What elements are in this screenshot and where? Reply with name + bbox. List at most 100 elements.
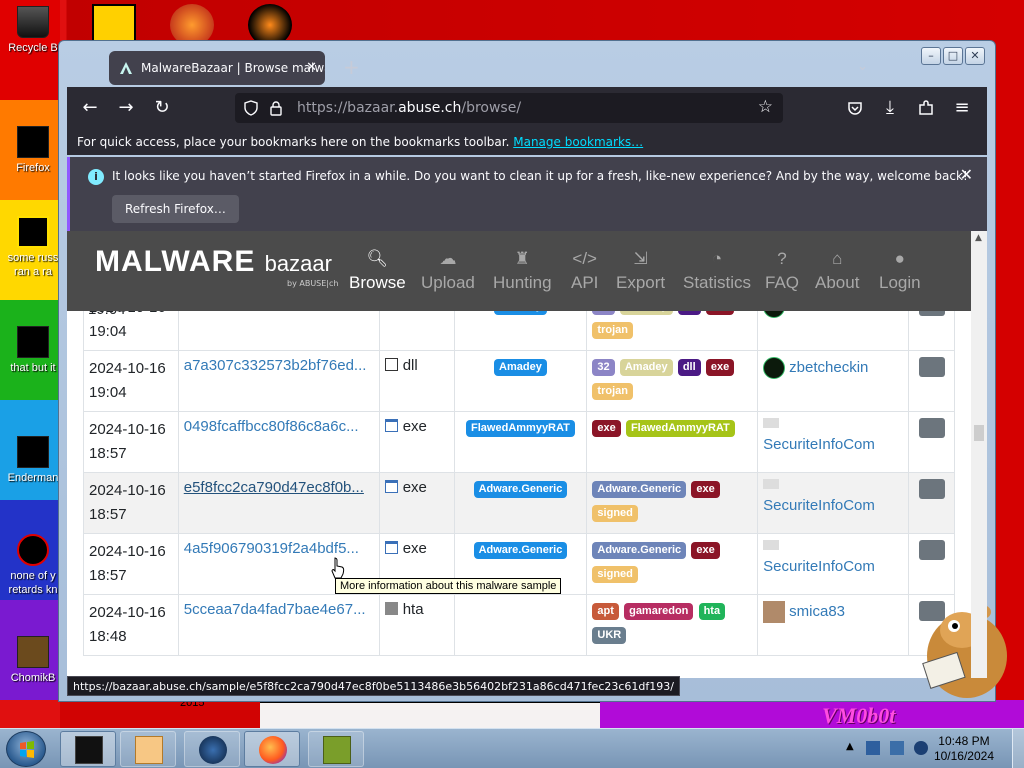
logo-main-text: MALWARE	[95, 245, 256, 278]
taskbar-media-player[interactable]	[120, 731, 176, 767]
manage-bookmarks-link[interactable]: Manage bookmarks…	[513, 135, 643, 149]
taskbar-firefox[interactable]	[244, 731, 300, 767]
nav-hunting[interactable]: ♜ Hunting	[493, 249, 552, 293]
back-arrow-icon[interactable]: ←	[79, 97, 101, 119]
reporter-cell: SecuriteInfoCom	[757, 533, 909, 595]
mouse-cursor-hand-icon	[331, 557, 345, 579]
tag-badge[interactable]: trojan	[592, 383, 633, 400]
tab-malwarebazaar[interactable]: MalwareBazaar | Browse malwa ✕	[109, 51, 325, 85]
hamburger-menu-icon[interactable]: ≡	[951, 97, 973, 119]
tag-badge[interactable]: Adware.Generic	[592, 542, 687, 559]
tag-badge[interactable]: 32	[592, 359, 615, 376]
tag-badge[interactable]: dll	[677, 359, 701, 376]
tag-badge[interactable]: UKR	[592, 627, 627, 644]
signature-badge[interactable]: Adware.Generic	[473, 542, 568, 559]
sample-hash-link[interactable]: 5cceaa7da4fad7bae4e67...	[184, 601, 366, 618]
bookmark-star-icon[interactable]: ☆	[758, 97, 773, 117]
show-desktop-button[interactable]	[1012, 729, 1024, 768]
tag-badge[interactable]: exe	[691, 481, 720, 498]
tag-badge[interactable]: FlawedAmmyyRAT	[625, 420, 735, 437]
network-icon[interactable]	[890, 741, 904, 755]
taskbar-app-black-box[interactable]	[60, 731, 116, 767]
start-button[interactable]	[6, 731, 46, 767]
nav-about[interactable]: ⌂ About	[815, 249, 859, 293]
page-scrollbar[interactable]: ▲	[971, 231, 987, 678]
nav-statistics[interactable]: ◔ Statistics	[683, 249, 751, 293]
nav-faq[interactable]: ? FAQ	[765, 249, 799, 293]
scrollbar-thumb[interactable]	[974, 425, 984, 441]
tag-badge[interactable]: gamaredon	[624, 603, 694, 620]
reload-icon[interactable]: ↻	[151, 97, 173, 119]
tag-badge[interactable]: signed	[592, 505, 638, 522]
taskbar-clock[interactable]: 10:48 PM 10/16/2024	[934, 734, 994, 764]
action-center-icon[interactable]	[866, 741, 880, 755]
volume-icon[interactable]	[914, 741, 928, 755]
sample-hash-link[interactable]: e5f8fcc2ca790d47ec8f0b...	[184, 479, 364, 496]
desktop-icon-label: none of y retards kn	[8, 570, 58, 596]
desktop-icon-firefox[interactable]: Firefox	[0, 126, 66, 175]
forward-arrow-icon[interactable]: →	[115, 97, 137, 119]
desktop-icon-chomikbox[interactable]: ChomikB	[0, 636, 66, 685]
logo-sub-text: bazaar	[264, 251, 332, 276]
sample-hash-link[interactable]: 0498fcaffbcc80f86c8a6c...	[184, 418, 359, 435]
signature-badge[interactable]: FlawedAmmyyRAT	[466, 420, 575, 437]
url-text[interactable]: https://bazaar.abuse.ch/browse/	[297, 100, 521, 116]
date-cell: 2024-10-1619:04	[83, 350, 179, 412]
reporter-link[interactable]: SecuriteInfoCom	[763, 497, 875, 514]
reporter-link[interactable]: smica83	[789, 603, 845, 620]
download-cloud-icon[interactable]	[918, 418, 945, 438]
tag-badge[interactable]: exe	[705, 359, 735, 376]
tag-badge[interactable]: signed	[592, 566, 638, 583]
sample-hash-link[interactable]: a7a307c332573b2bf76ed...	[184, 357, 367, 374]
taskbar-chomikbox[interactable]	[308, 731, 364, 767]
lock-icon[interactable]	[269, 100, 283, 116]
tag-badge[interactable]: Amadey	[619, 359, 673, 376]
nav-browse[interactable]: 🔍︎ Browse	[349, 249, 406, 293]
sample-hash-link[interactable]: 4a5f906790319f2a4bdf5...	[184, 540, 359, 557]
tag-badge[interactable]: trojan	[592, 322, 633, 339]
signature-badge[interactable]: Amadey	[494, 359, 547, 376]
tag-badge[interactable]: Adware.Generic	[592, 481, 687, 498]
shield-icon[interactable]	[243, 100, 259, 116]
close-notification-icon[interactable]: ✕	[960, 165, 973, 184]
nav-api[interactable]: </> API	[571, 249, 598, 293]
list-tabs-chevron-icon[interactable]: ⌄	[857, 59, 868, 74]
new-tab-button[interactable]: +	[343, 57, 360, 77]
pocket-icon[interactable]	[847, 100, 863, 116]
desktop-icon-label: that but it	[10, 362, 56, 374]
tag-badge[interactable]: exe	[691, 542, 720, 559]
navigation-toolbar: ← → ↻ https://bazaar.abuse.ch/browse/ ☆ …	[67, 87, 987, 129]
table-row: 2024-10-16 18:57 e5f8fcc2ca790d47ec8f0b...…	[83, 472, 955, 534]
institution-icon: ⌂	[832, 249, 843, 268]
desktop-icon-that-but-it[interactable]: that but it	[0, 326, 66, 375]
nav-login[interactable]: ● Login	[879, 249, 921, 293]
refresh-firefox-button[interactable]: Refresh Firefox…	[112, 195, 239, 223]
desktop-icon-none-of-y[interactable]: none of y retards kn	[0, 534, 66, 597]
reporter-link[interactable]: SecuriteInfoCom	[763, 436, 875, 453]
tag-badge[interactable]: exe	[592, 420, 621, 437]
downloads-icon[interactable]: ⤓	[879, 97, 901, 119]
signature-badge[interactable]: Adware.Generic	[473, 481, 568, 498]
nav-export[interactable]: ⇲ Export	[616, 249, 665, 293]
desktop-icon-recycle-bin[interactable]: Recycle B	[0, 6, 66, 55]
desktop-icon-enderman[interactable]: Enderman	[0, 436, 66, 485]
extensions-puzzle-icon[interactable]	[917, 99, 935, 117]
taskbar-globe-app[interactable]	[184, 731, 240, 767]
show-hidden-icons-arrow-icon[interactable]: ▲	[846, 741, 860, 755]
download-cloud-icon[interactable]	[918, 540, 945, 560]
reporter-link[interactable]: SecuriteInfoCom	[763, 558, 875, 575]
tab-strip: MalwareBazaar | Browse malwa ✕ + ⌄	[67, 49, 989, 89]
url-bar[interactable]: https://bazaar.abuse.ch/browse/ ☆	[235, 93, 783, 123]
download-cloud-icon[interactable]	[918, 357, 945, 377]
download-cloud-icon[interactable]	[918, 479, 945, 499]
reporter-link[interactable]: zbetcheckin	[789, 359, 868, 376]
malwarebazaar-logo[interactable]: MALWARE bazaar	[95, 245, 332, 279]
tag-badge[interactable]: hta	[698, 603, 726, 620]
tab-close-icon[interactable]: ✕	[306, 51, 317, 85]
reporter-cell: smica83	[757, 594, 909, 656]
desktop-icon-label: Enderman	[7, 472, 59, 484]
nav-upload[interactable]: ☁ Upload	[421, 249, 475, 293]
desktop-icon-some-russ[interactable]: some russ ran a ra	[0, 216, 66, 279]
tag-badge[interactable]: apt	[592, 603, 619, 620]
scroll-up-arrow-icon[interactable]: ▲	[975, 233, 982, 243]
